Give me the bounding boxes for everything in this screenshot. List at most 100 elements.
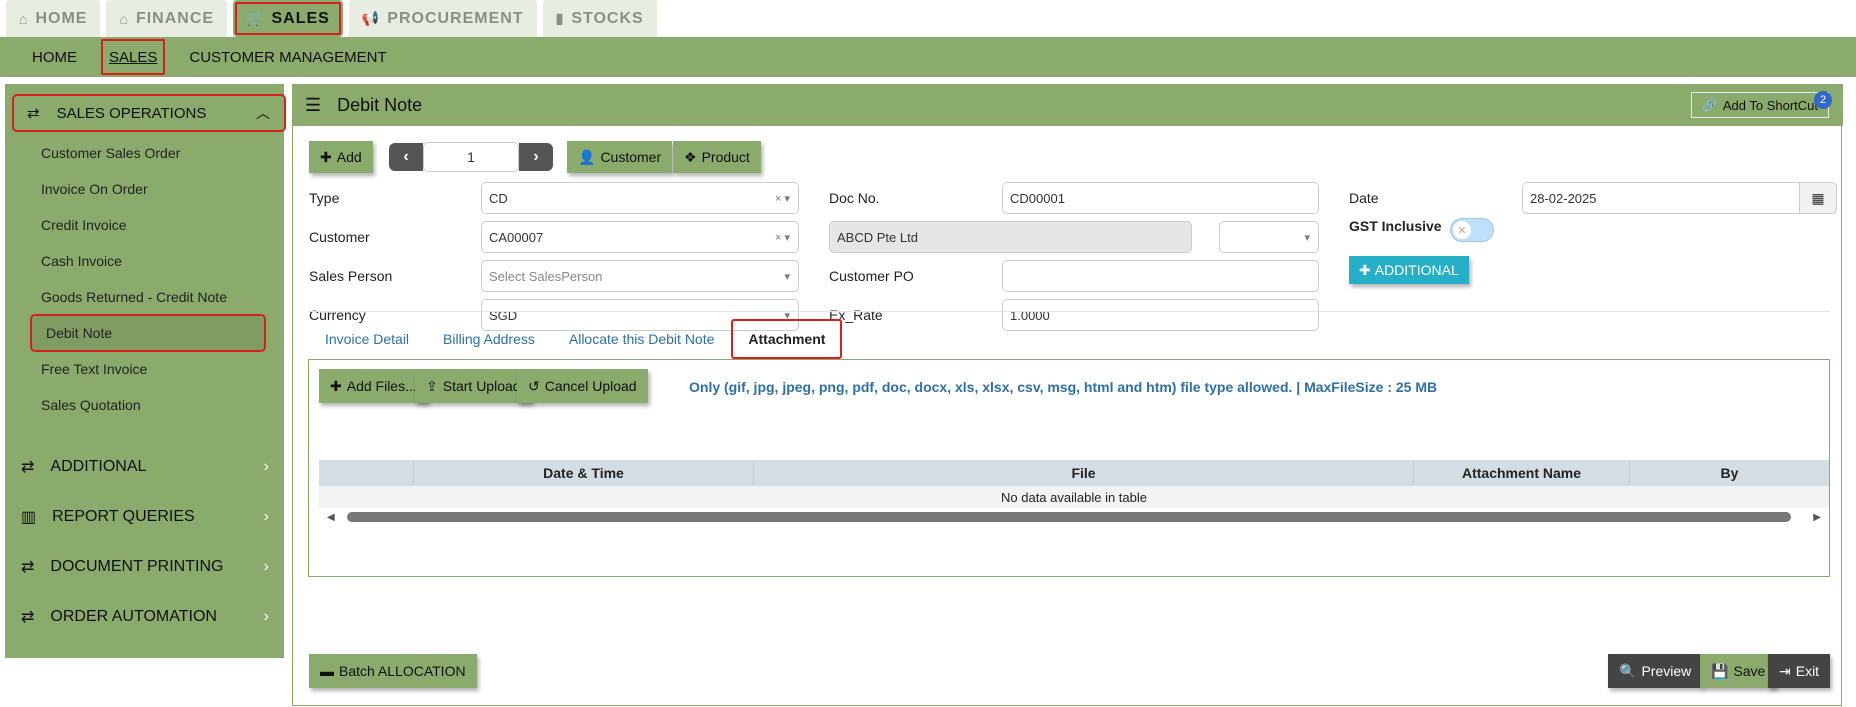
sidebar-group-report-queries[interactable]: ▥ REPORT QUERIES ›	[21, 502, 281, 532]
user-icon: 👤	[578, 148, 596, 165]
exchange-icon: ⇄	[21, 459, 35, 476]
chevron-up-icon: ︿	[256, 105, 270, 121]
previous-record-button[interactable]: ‹	[389, 143, 423, 171]
add-button[interactable]: ✚ Add	[309, 141, 373, 173]
sub-nav-customer-management[interactable]: CUSTOMER MANAGEMENT	[179, 37, 396, 77]
record-number-input[interactable]: 1	[423, 142, 519, 172]
customer-extra-select[interactable]: ▾	[1219, 221, 1319, 253]
batch-allocation-label: Batch ALLOCATION	[339, 663, 466, 679]
save-button[interactable]: 💾 Save	[1700, 654, 1777, 688]
scroll-right-icon[interactable]: ▶	[1813, 512, 1821, 523]
tab-billing-address[interactable]: Billing Address	[426, 319, 552, 359]
cart-icon: 🛒	[246, 10, 265, 26]
top-nav-sales[interactable]: 🛒 SALES	[233, 0, 343, 37]
cancel-upload-label: Cancel Upload	[544, 378, 637, 394]
top-nav-finance-label: FINANCE	[135, 9, 215, 27]
chevron-left-icon: ‹	[403, 148, 409, 165]
sales-person-select[interactable]: Select SalesPerson ▾	[481, 260, 799, 292]
column-header-attachment-name[interactable]: Attachment Name	[1413, 460, 1629, 486]
start-upload-button[interactable]: ⇪ Start Upload	[415, 369, 532, 403]
hamburger-icon[interactable]: ☰	[305, 95, 321, 116]
tab-allocate-debit-note[interactable]: Allocate this Debit Note	[552, 319, 732, 359]
floppy-disk-icon: 💾	[1711, 662, 1729, 679]
scroll-left-icon[interactable]: ◀	[327, 512, 335, 523]
tab-attachment[interactable]: Attachment	[731, 319, 843, 359]
type-select[interactable]: CD × ▾	[481, 182, 799, 214]
sidebar-item-invoice-on-order[interactable]: Invoice On Order	[41, 175, 148, 203]
column-header-file[interactable]: File	[753, 460, 1413, 486]
top-nav: ⌂ HOME ⌂ FINANCE 🛒 SALES 📢 PROCUREMENT ▮ STOC…	[0, 0, 1856, 37]
chevron-right-icon: ›	[263, 608, 269, 625]
tab-invoice-detail[interactable]: Invoice Detail	[308, 319, 426, 359]
type-value: CD	[489, 190, 508, 206]
batch-allocation-button[interactable]: ▬ Batch ALLOCATION	[309, 654, 477, 688]
column-header-date-time[interactable]: Date & Time	[413, 460, 753, 486]
bar-chart-icon: ▥	[21, 509, 37, 526]
undo-icon: ↺	[528, 377, 540, 394]
top-nav-home[interactable]: ⌂ HOME	[6, 0, 101, 37]
gst-inclusive-label: GST Inclusive	[1349, 218, 1442, 234]
date-input[interactable]: 28-02-2025	[1522, 182, 1800, 214]
plus-icon: ✚	[330, 377, 342, 394]
additional-button[interactable]: ✚ ADDITIONAL	[1349, 256, 1469, 284]
sidebar-section-label: SALES OPERATIONS	[56, 104, 207, 122]
column-header-by[interactable]: By	[1629, 460, 1829, 486]
column-header-select	[319, 460, 413, 486]
doc-no-label: Doc No.	[829, 190, 880, 206]
sub-nav-sales[interactable]: SALES	[99, 37, 167, 77]
sub-nav-home[interactable]: HOME	[22, 37, 87, 77]
clear-dropdown-icon[interactable]: × ▾	[775, 231, 790, 244]
top-nav-home-label: HOME	[35, 9, 88, 27]
sidebar-group-label: REPORT QUERIES	[52, 508, 195, 525]
preview-button[interactable]: 🔍 Preview	[1608, 654, 1703, 688]
customer-select[interactable]: CA00007 × ▾	[481, 221, 799, 253]
customer-label-field: Customer	[309, 229, 370, 245]
customer-po-input[interactable]	[1002, 260, 1319, 292]
chevron-down-icon: ▾	[1304, 231, 1310, 244]
sidebar-item-sales-quotation[interactable]: Sales Quotation	[41, 391, 141, 419]
sign-out-icon: ⇥	[1779, 662, 1791, 679]
sidebar-group-additional[interactable]: ⇄ ADDITIONAL ›	[21, 452, 281, 482]
sidebar-group-document-printing[interactable]: ⇄ DOCUMENT PRINTING ›	[21, 552, 281, 582]
link-icon: 🔗	[1701, 97, 1718, 112]
doc-no-input[interactable]: CD00001	[1002, 182, 1319, 214]
top-nav-stocks[interactable]: ▮ STOCKS	[542, 0, 657, 37]
bar-chart-icon: ▮	[555, 10, 565, 26]
clear-dropdown-icon[interactable]: × ▾	[775, 192, 790, 205]
add-label: Add	[336, 149, 362, 165]
exit-button[interactable]: ⇥ Exit	[1768, 654, 1831, 688]
customer-label: Customer	[600, 149, 662, 165]
sidebar-section-sales-operations[interactable]: ⇄ SALES OPERATIONS ︿	[12, 94, 286, 132]
preview-label: Preview	[1641, 663, 1692, 679]
start-upload-label: Start Upload	[442, 378, 521, 394]
sidebar-item-debit-note[interactable]: Debit Note	[30, 314, 266, 352]
customer-button[interactable]: 👤 Customer	[567, 141, 673, 173]
sidebar-item-cash-invoice[interactable]: Cash Invoice	[41, 247, 122, 275]
calendar-button[interactable]: ▦	[1799, 182, 1837, 214]
cubes-icon: ❖	[684, 148, 697, 165]
top-nav-procurement[interactable]: 📢 PROCUREMENT	[348, 0, 537, 37]
product-button[interactable]: ❖ Product	[673, 141, 761, 173]
add-files-button[interactable]: ✚ Add Files...	[319, 369, 428, 403]
sales-person-placeholder: Select SalesPerson	[489, 268, 603, 284]
add-to-shortcut-button[interactable]: 🔗 Add To ShortCut 2	[1690, 91, 1832, 118]
bank-icon: ⌂	[119, 10, 129, 27]
sidebar-group-order-automation[interactable]: ⇄ ORDER AUTOMATION ›	[21, 602, 281, 632]
exchange-icon: ⇄	[27, 105, 40, 122]
next-record-button[interactable]: ›	[519, 143, 553, 171]
customer-value: CA00007	[489, 229, 544, 245]
horizontal-scrollbar[interactable]: ◀ ▶	[319, 508, 1829, 526]
gst-inclusive-toggle[interactable]: ✕	[1450, 218, 1494, 242]
sidebar-item-goods-returned[interactable]: Goods Returned - Credit Note	[41, 283, 227, 311]
scrollbar-thumb[interactable]	[347, 512, 1791, 522]
top-nav-finance[interactable]: ⌂ FINANCE	[106, 0, 228, 37]
shortcut-count-badge: 2	[1814, 91, 1832, 109]
sidebar-item-credit-invoice[interactable]: Credit Invoice	[41, 211, 127, 239]
sidebar-item-free-text-invoice[interactable]: Free Text Invoice	[41, 355, 147, 383]
exchange-icon: ⇄	[21, 559, 35, 576]
sidebar-item-customer-sales-order[interactable]: Customer Sales Order	[41, 139, 180, 167]
search-icon: 🔍	[1619, 662, 1637, 679]
exit-label: Exit	[1795, 663, 1820, 679]
top-nav-sales-label: SALES	[271, 9, 330, 27]
cancel-upload-button[interactable]: ↺ Cancel Upload	[517, 369, 648, 403]
